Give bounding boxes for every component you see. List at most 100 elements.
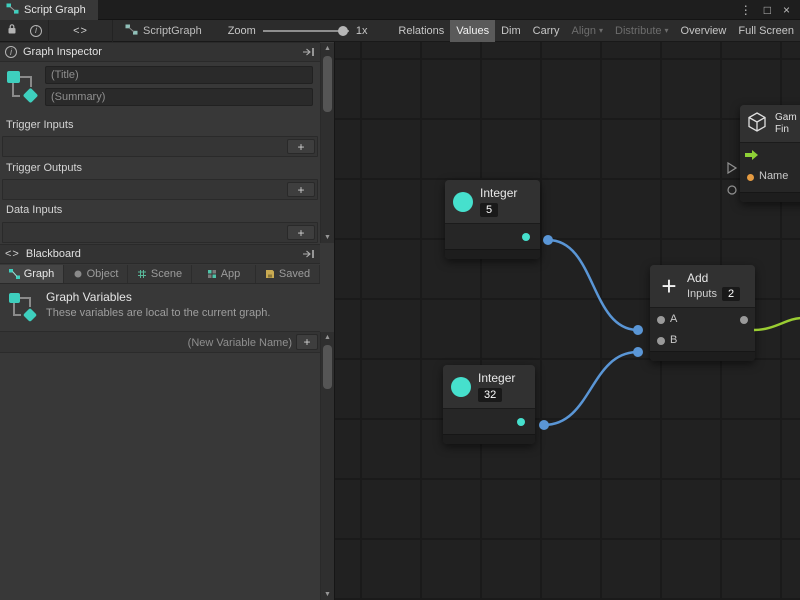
- node-body: [445, 223, 540, 249]
- name-input-port[interactable]: [747, 174, 754, 181]
- node-title-line1: Gam: [775, 112, 797, 124]
- values-button[interactable]: Values: [450, 20, 495, 42]
- wire-endpoint: [633, 325, 643, 335]
- input-port-a[interactable]: [657, 316, 665, 324]
- tab-scene[interactable]: Scene: [128, 265, 192, 283]
- node-header: Gam Fin: [740, 105, 800, 142]
- script-graph-tab-icon: [6, 3, 19, 17]
- window-maximize-icon[interactable]: □: [764, 3, 771, 17]
- titlebar: Script Graph ⋮ □ ×: [0, 0, 800, 20]
- flow-input-port-icon[interactable]: [728, 163, 736, 173]
- node-footer: [445, 249, 540, 259]
- graph-reference-breadcrumb[interactable]: ScriptGraph: [125, 24, 202, 38]
- inspect-toggle-button[interactable]: i: [24, 20, 49, 42]
- scroll-down-icon[interactable]: ▼: [321, 232, 334, 243]
- node-header: Integer 5: [445, 180, 540, 223]
- graph-title-input[interactable]: [45, 66, 313, 84]
- distribute-dropdown[interactable]: Distribute▾: [609, 20, 674, 42]
- wire-endpoint: [633, 347, 643, 357]
- tab-object[interactable]: Object: [64, 265, 128, 283]
- integer-value-field[interactable]: 32: [478, 388, 502, 402]
- scene-tab-icon: [137, 269, 147, 279]
- node-footer: [740, 192, 800, 202]
- node-body: A B: [650, 307, 755, 351]
- node-body: Name: [740, 142, 800, 192]
- window-controls: ⋮ □ ×: [740, 3, 800, 17]
- graph-ref-icon: [125, 24, 138, 38]
- overview-button[interactable]: Overview: [675, 20, 733, 42]
- output-port[interactable]: [517, 418, 525, 426]
- dock-panel-icon[interactable]: [302, 47, 315, 57]
- wire-integer5-to-a: [548, 240, 638, 330]
- lock-button[interactable]: [0, 20, 24, 42]
- zoom-slider-handle[interactable]: [338, 26, 348, 36]
- align-dropdown[interactable]: Align▾: [566, 20, 609, 42]
- graph-toolbar: i <> ScriptGraph Zoom 1x Relations Value…: [0, 20, 800, 42]
- add-trigger-output-button[interactable]: +: [287, 182, 315, 197]
- inspector-scrollbar[interactable]: ▲ ▼: [320, 43, 334, 243]
- port-name-label: Name: [759, 170, 788, 182]
- node-add[interactable]: + Add Inputs 2 A B: [650, 265, 755, 361]
- blackboard-tabs: Graph Object Scene App Saved: [0, 265, 320, 284]
- wire-integer32-to-b: [544, 352, 638, 425]
- node-header: Integer 32: [443, 365, 535, 408]
- graph-variables-subtitle: These variables are local to the current…: [46, 307, 270, 319]
- zoom-label: Zoom: [228, 25, 256, 37]
- relations-button[interactable]: Relations: [392, 20, 450, 42]
- window-close-icon[interactable]: ×: [783, 3, 790, 17]
- graph-canvas[interactable]: Integer 5 Integer 32: [335, 42, 800, 600]
- add-data-input-button[interactable]: +: [287, 225, 315, 240]
- input-port-b[interactable]: [657, 337, 665, 345]
- new-variable-name-input[interactable]: [4, 334, 292, 351]
- value-input-port-icon[interactable]: [728, 186, 736, 194]
- node-footer: [443, 434, 535, 444]
- node-header: + Add Inputs 2: [650, 265, 755, 307]
- saved-tab-icon: [265, 269, 275, 279]
- node-body: [443, 408, 535, 434]
- tab-saved[interactable]: Saved: [256, 265, 320, 283]
- node-integer-32[interactable]: Integer 32: [443, 365, 535, 444]
- add-node-icon: +: [658, 275, 680, 297]
- tab-script-graph[interactable]: Script Graph: [0, 0, 98, 20]
- scroll-up-icon[interactable]: ▲: [321, 332, 334, 343]
- node-title: Add: [687, 271, 740, 285]
- blackboard-scrollbar[interactable]: ▲ ▼: [320, 332, 334, 600]
- add-variable-button[interactable]: +: [296, 334, 318, 350]
- output-port[interactable]: [522, 233, 530, 241]
- data-inputs-list: +: [2, 222, 318, 243]
- code-view-button[interactable]: <>: [49, 20, 113, 42]
- scroll-down-icon[interactable]: ▼: [321, 589, 334, 600]
- full-screen-button[interactable]: Full Screen: [732, 20, 800, 42]
- node-title-line2: Fin: [775, 124, 797, 136]
- window-menu-icon[interactable]: ⋮: [740, 3, 752, 17]
- zoom-slider[interactable]: [263, 30, 349, 32]
- graph-inspector-header: i Graph Inspector: [0, 42, 320, 62]
- add-trigger-input-button[interactable]: +: [287, 139, 315, 154]
- left-panel: i Graph Inspector Trigger Inputs + Trigg…: [0, 42, 335, 600]
- unity-script-graph-window: Script Graph ⋮ □ × i <> ScriptGraph Zoom: [0, 0, 800, 600]
- trigger-inputs-list: +: [2, 136, 318, 157]
- node-gameobject-find[interactable]: Gam Fin Name: [740, 105, 800, 202]
- dim-button[interactable]: Dim: [495, 20, 527, 42]
- trigger-outputs-list: +: [2, 179, 318, 200]
- tab-app[interactable]: App: [192, 265, 256, 283]
- toolbar-buttons: Relations Values Dim Carry Align▾ Distri…: [392, 20, 800, 42]
- blackboard-header: <> Blackboard: [0, 244, 320, 264]
- node-integer-5[interactable]: Integer 5: [445, 180, 540, 259]
- tab-graph[interactable]: Graph: [0, 265, 64, 283]
- dock-panel-icon[interactable]: [302, 249, 315, 259]
- flow-output-arrow-icon[interactable]: [745, 149, 759, 164]
- port-b-label: B: [670, 334, 677, 346]
- scroll-up-icon[interactable]: ▲: [321, 43, 334, 54]
- inputs-count-field[interactable]: 2: [722, 287, 740, 301]
- scrollbar-thumb[interactable]: [323, 345, 332, 389]
- graph-variables-title: Graph Variables: [46, 290, 132, 304]
- carry-button[interactable]: Carry: [527, 20, 566, 42]
- code-icon: <>: [73, 25, 88, 37]
- integer-value-field[interactable]: 5: [480, 203, 498, 217]
- scrollbar-thumb[interactable]: [323, 56, 332, 112]
- node-footer: [650, 351, 755, 361]
- output-port[interactable]: [740, 316, 748, 324]
- graph-summary-input[interactable]: [45, 88, 313, 106]
- chevron-down-icon: ▾: [665, 26, 669, 35]
